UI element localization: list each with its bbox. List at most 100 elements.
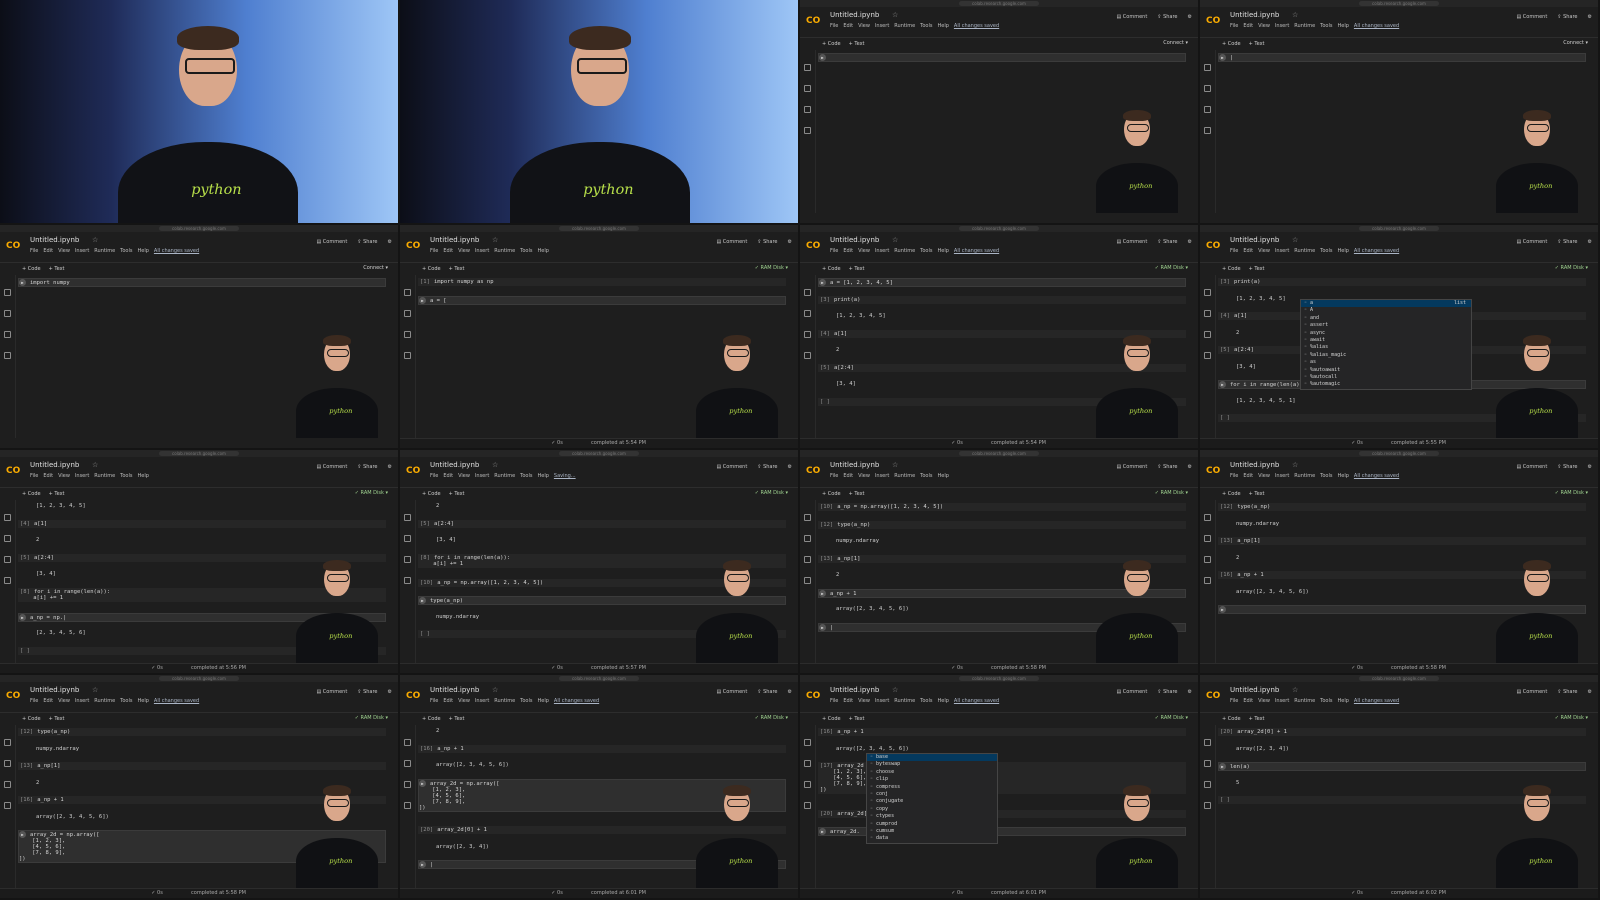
share-button[interactable]: ⇪ Share [757,464,777,470]
autocomplete-item[interactable]: ◦ as [1301,359,1471,366]
menu-item-edit[interactable]: Edit [843,698,853,704]
notebook-title[interactable]: Untitled.ipynb [830,461,879,469]
add-code-button[interactable]: + Code [22,716,41,722]
code-cell[interactable]: [20] array_2d[0] + 1 [1218,728,1586,736]
code-cell[interactable]: [3] print(a) [818,295,1186,304]
menu-item-view[interactable]: View [858,248,870,254]
add-text-button[interactable]: + Text [849,716,865,722]
run-cell-button-icon[interactable]: ▶ [19,613,26,621]
menu-item-insert[interactable]: Insert [75,473,89,479]
menu-item-runtime[interactable]: Runtime [94,473,115,479]
gear-icon[interactable]: ⚙ [1188,239,1192,245]
files-icon[interactable] [1204,127,1211,134]
comment-button[interactable]: ▤ Comment [1116,689,1147,695]
menu-item-tools[interactable]: Tools [1320,23,1332,29]
menu-item-runtime[interactable]: Runtime [94,698,115,704]
autocomplete-item[interactable]: ◦ %alias [1301,344,1471,351]
runtime-status[interactable]: ✓ RAM Disk ▾ [1555,265,1588,271]
autocomplete-item[interactable]: ◦ clip [867,776,997,783]
star-icon[interactable]: ☆ [1292,11,1298,19]
menu-item-edit[interactable]: Edit [1243,473,1253,479]
code-cell[interactable]: [10] a_np = np.array([1, 2, 3, 4, 5]) [818,503,1186,511]
variables-icon[interactable] [1204,331,1211,338]
autocomplete-item[interactable]: ◦ %alias_magic [1301,352,1471,359]
comment-button[interactable]: ▤ Comment [316,464,347,470]
search-icon[interactable] [1204,310,1211,317]
run-cell-button-icon[interactable]: ▶ [819,623,826,631]
code-cell[interactable]: [3] print(a) [1218,278,1586,286]
runtime-status[interactable]: ✓ RAM Disk ▾ [1555,715,1588,721]
menu-item-edit[interactable]: Edit [1243,23,1253,29]
menu-item-runtime[interactable]: Runtime [1294,698,1315,704]
star-icon[interactable]: ☆ [492,461,498,469]
runtime-status[interactable]: Connect ▾ [1163,40,1188,46]
comment-button[interactable]: ▤ Comment [1516,464,1547,470]
autocomplete-item[interactable]: ◦ conj [867,791,997,798]
search-icon[interactable] [804,535,811,542]
share-button[interactable]: ⇪ Share [757,689,777,695]
share-button[interactable]: ⇪ Share [1557,14,1577,20]
add-code-button[interactable]: + Code [422,266,441,272]
share-button[interactable]: ⇪ Share [757,239,777,245]
gear-icon[interactable]: ⚙ [788,689,792,695]
add-text-button[interactable]: + Text [849,266,865,272]
menu-item-tools[interactable]: Tools [920,23,932,29]
menu-item-help[interactable]: Help [938,23,949,29]
files-icon[interactable] [404,577,411,584]
url-bar[interactable]: colab.research.google.com [1359,451,1439,456]
gear-icon[interactable]: ⚙ [1588,689,1592,695]
menu-icon[interactable] [404,739,411,746]
search-icon[interactable] [4,310,11,317]
menu-item-edit[interactable]: Edit [843,23,853,29]
autocomplete-item[interactable]: ◦ byteswap [867,761,997,768]
star-icon[interactable]: ☆ [1292,461,1298,469]
share-button[interactable]: ⇪ Share [1557,239,1577,245]
comment-button[interactable]: ▤ Comment [1516,14,1547,20]
menu-item-help[interactable]: Help [1338,248,1349,254]
menu-item-insert[interactable]: Insert [1275,473,1289,479]
menu-item-runtime[interactable]: Runtime [1294,473,1315,479]
run-cell-button-icon[interactable]: ▶ [819,54,826,61]
files-icon[interactable] [1204,577,1211,584]
url-bar[interactable]: colab.research.google.com [559,226,639,231]
menu-item-tools[interactable]: Tools [1320,473,1332,479]
code-cell[interactable]: ▶ a = [1, 2, 3, 4, 5] [818,278,1186,287]
run-cell-button-icon[interactable]: ▶ [419,861,426,868]
autocomplete-item[interactable]: ◦ await [1301,337,1471,344]
gear-icon[interactable]: ⚙ [388,689,392,695]
menu-item-view[interactable]: View [1258,248,1270,254]
menu-item-file[interactable]: File [1230,248,1238,254]
gear-icon[interactable]: ⚙ [388,239,392,245]
gear-icon[interactable]: ⚙ [1588,239,1592,245]
code-cell[interactable]: ▶ len(a) [1218,762,1586,771]
menu-item-edit[interactable]: Edit [443,473,453,479]
runtime-status[interactable]: ✓ RAM Disk ▾ [1155,490,1188,496]
add-code-button[interactable]: + Code [1222,716,1241,722]
add-code-button[interactable]: + Code [1222,266,1241,272]
comment-button[interactable]: ▤ Comment [1516,689,1547,695]
run-cell-button-icon[interactable]: ▶ [819,279,826,286]
share-button[interactable]: ⇪ Share [357,239,377,245]
menu-icon[interactable] [1204,514,1211,521]
menu-item-help[interactable]: Help [1338,473,1349,479]
search-icon[interactable] [1204,85,1211,92]
menu-icon[interactable] [804,514,811,521]
menu-icon[interactable] [1204,739,1211,746]
menu-item-file[interactable]: File [30,248,38,254]
star-icon[interactable]: ☆ [92,686,98,694]
menu-item-runtime[interactable]: Runtime [894,698,915,704]
menu-item-tools[interactable]: Tools [1320,248,1332,254]
variables-icon[interactable] [804,556,811,563]
menu-item-edit[interactable]: Edit [43,473,53,479]
autocomplete-item[interactable]: ◦ %automagic [1301,381,1471,388]
add-text-button[interactable]: + Text [849,41,865,47]
menu-item-edit[interactable]: Edit [843,248,853,254]
code-cell[interactable]: [12] type(a_np) [1218,503,1586,511]
menu-item-file[interactable]: File [830,698,838,704]
menu-item-insert[interactable]: Insert [875,23,889,29]
menu-item-view[interactable]: View [58,473,70,479]
code-cell[interactable]: [12] type(a_np) [18,728,386,736]
share-button[interactable]: ⇪ Share [1157,689,1177,695]
menu-item-tools[interactable]: Tools [920,473,932,479]
menu-item-insert[interactable]: Insert [475,473,489,479]
